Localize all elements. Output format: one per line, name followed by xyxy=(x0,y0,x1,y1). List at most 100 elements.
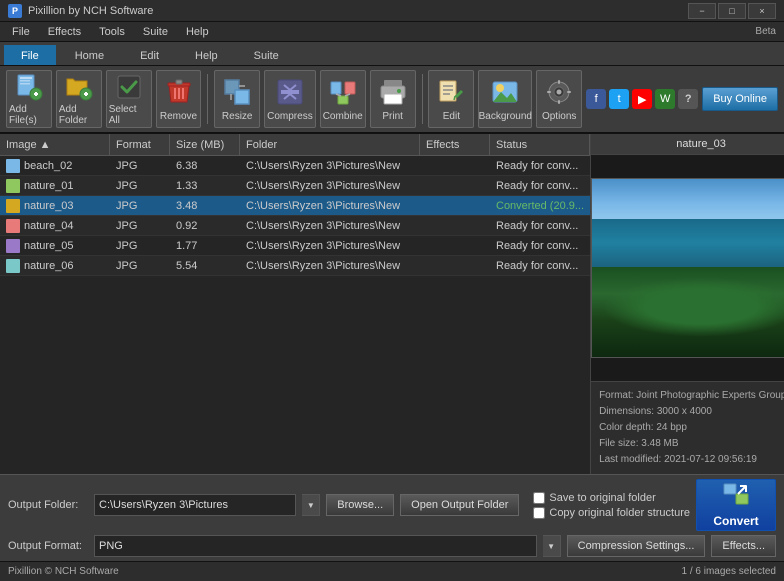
buy-online-button[interactable]: Buy Online xyxy=(702,87,778,111)
file-list[interactable]: beach_02 JPG 6.38 C:\Users\Ryzen 3\Pictu… xyxy=(0,156,590,474)
website-icon[interactable]: W xyxy=(655,89,675,109)
output-format-row: Output Format: ▼ Compression Settings...… xyxy=(8,535,776,557)
cell-status: Ready for conv... xyxy=(490,219,590,233)
resize-button[interactable]: Resize xyxy=(214,70,260,128)
remove-button[interactable]: Remove xyxy=(156,70,202,128)
table-row[interactable]: nature_04 JPG 0.92 C:\Users\Ryzen 3\Pict… xyxy=(0,216,590,236)
menu-help[interactable]: Help xyxy=(178,24,217,40)
background-button[interactable]: Background xyxy=(478,70,532,128)
tab-file[interactable]: File xyxy=(4,45,56,65)
print-button[interactable]: Print xyxy=(370,70,416,128)
menubar: File Effects Tools Suite Help Beta xyxy=(0,22,784,42)
table-row[interactable]: nature_03 JPG 3.48 C:\Users\Ryzen 3\Pict… xyxy=(0,196,590,216)
cell-image: nature_03 xyxy=(0,198,110,214)
cell-folder: C:\Users\Ryzen 3\Pictures\New xyxy=(240,199,420,213)
format-dropdown-arrow[interactable]: ▼ xyxy=(543,535,561,557)
file-list-area: Image ▲ Format Size (MB) Folder Effects … xyxy=(0,134,591,474)
table-row[interactable]: nature_06 JPG 5.54 C:\Users\Ryzen 3\Pict… xyxy=(0,256,590,276)
column-header-effects[interactable]: Effects xyxy=(420,134,490,155)
column-header-folder[interactable]: Folder xyxy=(240,134,420,155)
cell-format: JPG xyxy=(110,159,170,173)
background-icon xyxy=(489,76,521,108)
save-original-label[interactable]: Save to original folder xyxy=(533,492,690,504)
maximize-button[interactable]: □ xyxy=(718,3,746,19)
cell-status: Ready for conv... xyxy=(490,239,590,253)
select-all-icon xyxy=(113,73,145,101)
column-image-label: Image ▲ xyxy=(6,139,51,151)
effects-button[interactable]: Effects... xyxy=(711,535,776,557)
cell-image: nature_06 xyxy=(0,258,110,274)
output-folder-input[interactable] xyxy=(94,494,296,516)
menu-suite[interactable]: Suite xyxy=(135,24,176,40)
cell-effects xyxy=(420,225,490,227)
browse-button[interactable]: Browse... xyxy=(326,494,394,516)
column-header-status[interactable]: Status xyxy=(490,134,590,155)
tab-edit[interactable]: Edit xyxy=(123,45,176,65)
select-all-button[interactable]: Select All xyxy=(106,70,152,128)
preview-trees xyxy=(602,277,784,337)
print-icon xyxy=(377,76,409,108)
compress-button[interactable]: Compress xyxy=(264,70,316,128)
cell-size: 0.92 xyxy=(170,219,240,233)
options-button[interactable]: Options xyxy=(536,70,582,128)
add-files-button[interactable]: Add File(s) xyxy=(6,70,52,128)
column-format-label: Format xyxy=(116,139,151,151)
selection-count: 1 / 6 images selected xyxy=(682,566,777,577)
cell-image: nature_05 xyxy=(0,238,110,254)
convert-button[interactable]: Convert xyxy=(696,479,776,531)
checkboxes: Save to original folder Copy original fo… xyxy=(533,492,690,519)
file-thumbnail xyxy=(6,159,20,173)
edit-button[interactable]: Edit xyxy=(428,70,474,128)
tab-home[interactable]: Home xyxy=(58,45,121,65)
cell-status: Ready for conv... xyxy=(490,159,590,173)
cell-format: JPG xyxy=(110,259,170,273)
copy-structure-label[interactable]: Copy original folder structure xyxy=(533,507,690,519)
titlebar-controls: − □ × xyxy=(688,3,776,19)
minimize-button[interactable]: − xyxy=(688,3,716,19)
facebook-icon[interactable]: f xyxy=(586,89,606,109)
output-folder-row: Output Folder: ▼ Browse... Open Output F… xyxy=(8,479,776,531)
open-output-button[interactable]: Open Output Folder xyxy=(400,494,519,516)
file-thumbnail xyxy=(6,259,20,273)
cell-image: nature_01 xyxy=(0,178,110,194)
help-icon[interactable]: ? xyxy=(678,89,698,109)
file-name: nature_04 xyxy=(24,220,74,232)
output-format-input[interactable] xyxy=(94,535,537,557)
youtube-icon[interactable]: ▶ xyxy=(632,89,652,109)
cell-size: 6.38 xyxy=(170,159,240,173)
cell-size: 5.54 xyxy=(170,259,240,273)
compression-settings-button[interactable]: Compression Settings... xyxy=(567,535,706,557)
preview-image-container xyxy=(591,155,784,381)
preview-color-depth: Color depth: 24 bpp xyxy=(599,420,784,436)
folder-dropdown-arrow[interactable]: ▼ xyxy=(302,494,320,516)
cell-status: Ready for conv... xyxy=(490,259,590,273)
menu-file[interactable]: File xyxy=(4,24,38,40)
table-row[interactable]: nature_05 JPG 1.77 C:\Users\Ryzen 3\Pict… xyxy=(0,236,590,256)
menu-tools[interactable]: Tools xyxy=(91,24,133,40)
menu-effects[interactable]: Effects xyxy=(40,24,89,40)
close-button[interactable]: × xyxy=(748,3,776,19)
twitter-icon[interactable]: t xyxy=(609,89,629,109)
tab-suite[interactable]: Suite xyxy=(237,45,296,65)
save-original-checkbox[interactable] xyxy=(533,492,545,504)
file-list-header: Image ▲ Format Size (MB) Folder Effects … xyxy=(0,134,590,156)
column-header-image[interactable]: Image ▲ xyxy=(0,134,110,155)
cell-size: 1.33 xyxy=(170,179,240,193)
add-folder-button[interactable]: Add Folder xyxy=(56,70,102,128)
copy-structure-checkbox[interactable] xyxy=(533,507,545,519)
cell-effects xyxy=(420,185,490,187)
table-row[interactable]: beach_02 JPG 6.38 C:\Users\Ryzen 3\Pictu… xyxy=(0,156,590,176)
combine-button[interactable]: Combine xyxy=(320,70,366,128)
copy-structure-text: Copy original folder structure xyxy=(549,507,690,519)
column-size-label: Size (MB) xyxy=(176,139,224,151)
column-header-size[interactable]: Size (MB) xyxy=(170,134,240,155)
column-effects-label: Effects xyxy=(426,139,459,151)
cell-format: JPG xyxy=(110,239,170,253)
column-header-format[interactable]: Format xyxy=(110,134,170,155)
column-folder-label: Folder xyxy=(246,139,277,151)
tab-help[interactable]: Help xyxy=(178,45,235,65)
table-row[interactable]: nature_01 JPG 1.33 C:\Users\Ryzen 3\Pict… xyxy=(0,176,590,196)
add-folder-label: Add Folder xyxy=(59,104,99,126)
preview-format: Format: Joint Photographic Experts Group xyxy=(599,388,784,404)
app-icon: P xyxy=(8,4,22,18)
